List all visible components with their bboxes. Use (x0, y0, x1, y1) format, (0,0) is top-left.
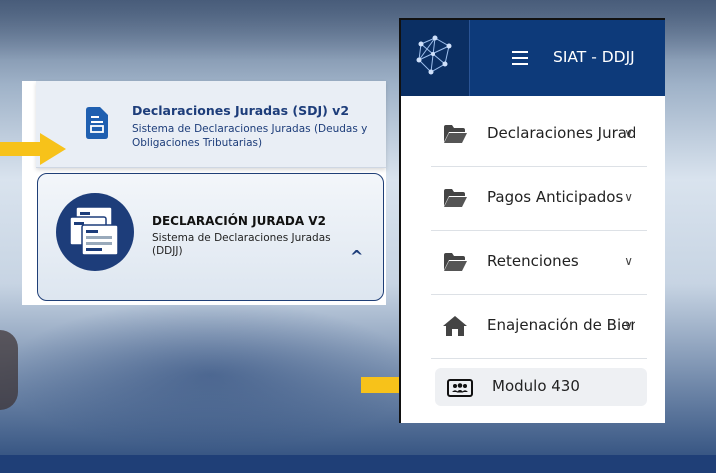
sdj-v2-title: Declaraciones Juradas (SDJ) v2 (132, 103, 350, 118)
folder-open-icon (444, 125, 467, 143)
ddjj-v2-card[interactable]: DECLARACIÓN JURADA V2 Sistema de Declara… (37, 173, 384, 301)
sidebar: SIAT - DDJJ Declaraciones Juradas ∨ Pago… (399, 18, 665, 423)
hamburger-icon[interactable] (512, 51, 528, 65)
chevron-down-icon: ∨ (624, 190, 633, 204)
sidebar-item-retenciones[interactable]: Retenciones ∨ (431, 230, 647, 295)
chevron-down-icon: ∨ (624, 126, 633, 140)
sidebar-item-label: Pagos Anticipados (487, 188, 624, 206)
sidebar-item-pagos-anticipados[interactable]: Pagos Anticipados ∨ (431, 166, 647, 231)
sidebar-item-label: Modulo 430 (492, 377, 580, 395)
background-shape (0, 330, 18, 410)
folder-open-icon (444, 253, 467, 271)
chevron-up-icon[interactable]: ^ (350, 247, 363, 266)
sidebar-item-declaraciones-juradas[interactable]: Declaraciones Juradas ∨ (431, 102, 647, 167)
arrow-pointer-icon (0, 133, 66, 165)
home-icon (443, 316, 467, 336)
systems-panel: Declaraciones Juradas (SDJ) v2 Sistema d… (22, 81, 386, 305)
forms-stack-icon (56, 193, 134, 271)
sidebar-item-label: Enajenación de Bienes (487, 316, 635, 334)
ddjj-v2-title: DECLARACIÓN JURADA V2 (152, 214, 326, 228)
folder-open-icon (444, 189, 467, 207)
sdj-v2-card[interactable]: Declaraciones Juradas (SDJ) v2 Sistema d… (36, 81, 386, 168)
background-bottom-band (0, 455, 716, 473)
sidebar-item-label: Retenciones (487, 252, 579, 270)
document-icon (86, 107, 108, 139)
background-blur (0, 300, 420, 450)
sdj-v2-subtitle: Sistema de Declaraciones Juradas (Deudas… (132, 123, 368, 149)
network-logo-icon[interactable] (401, 20, 470, 96)
sidebar-item-enajenacion[interactable]: Enajenación de Bienes ∨ (431, 294, 647, 359)
app-title: SIAT - DDJJ (553, 48, 635, 66)
chevron-down-icon: ∨ (624, 318, 633, 332)
sidebar-item-modulo-430[interactable]: Modulo 430 (435, 368, 647, 406)
id-card-users-icon (447, 379, 473, 397)
sidebar-item-label: Declaraciones Juradas (487, 124, 635, 142)
chevron-down-icon: ∨ (624, 254, 633, 268)
ddjj-v2-subtitle: Sistema de Declaraciones Juradas (DDJJ) (152, 232, 331, 257)
sidebar-header: SIAT - DDJJ (401, 20, 665, 96)
